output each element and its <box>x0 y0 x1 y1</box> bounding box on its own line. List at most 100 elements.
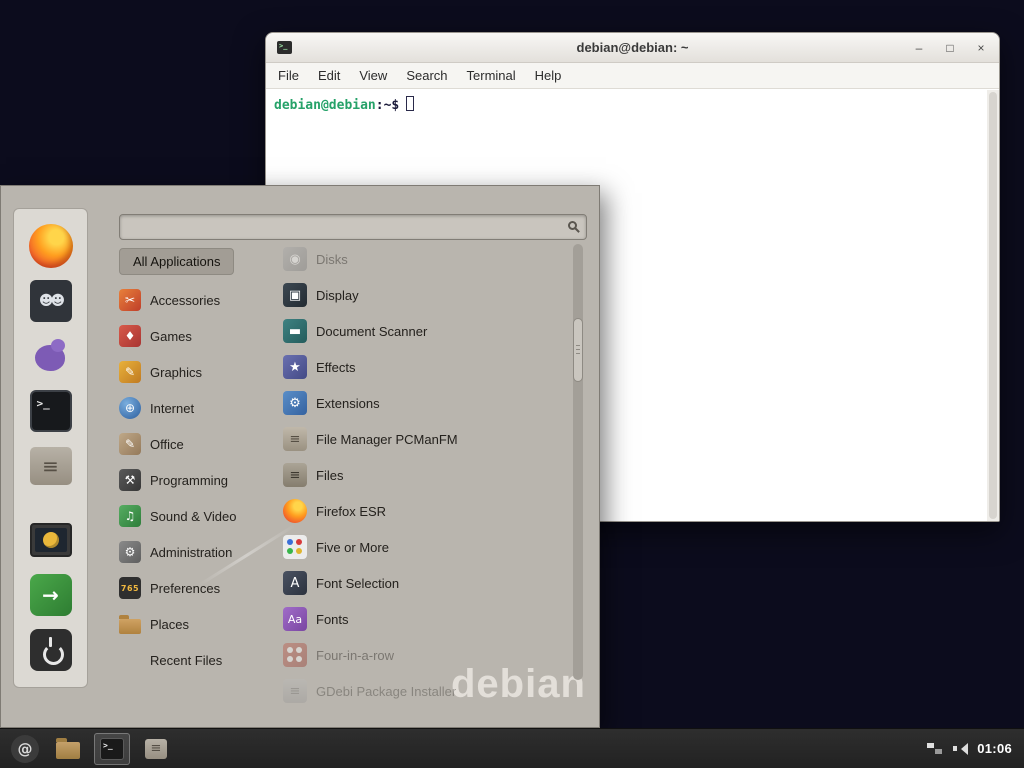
category-label: Recent Files <box>150 653 222 668</box>
menu-terminal[interactable]: Terminal <box>467 68 516 83</box>
office-icon: ✎ <box>119 433 141 455</box>
category-sound-video[interactable]: ♫ Sound & Video <box>119 498 279 534</box>
terminal-scrollbar[interactable] <box>987 90 999 521</box>
menu-search[interactable]: Search <box>406 68 447 83</box>
app-gdebi-package-installer[interactable]: ≡ GDebi Package Installer <box>283 673 571 709</box>
category-games[interactable]: ♦ Games <box>119 318 279 354</box>
lock-screen-icon <box>30 523 72 557</box>
taskbar-files-launcher[interactable]: ≡ <box>138 733 174 765</box>
files-app-icon: ≡ <box>283 463 307 487</box>
category-places[interactable]: Places <box>119 606 279 642</box>
network-icon[interactable] <box>927 742 943 756</box>
clock[interactable]: 01:06 <box>977 741 1012 756</box>
system-tray: 01:06 <box>927 741 1016 756</box>
favorite-files[interactable]: ≡ <box>28 443 74 489</box>
category-recent-files[interactable]: Recent Files <box>119 642 279 678</box>
menu-edit[interactable]: Edit <box>318 68 340 83</box>
terminal-scrollbar-thumb[interactable] <box>989 92 997 519</box>
application-menu: debian ☻☻ >_ ≡ → All Applications ✂ Acce… <box>0 185 600 728</box>
close-button[interactable]: × <box>973 41 989 55</box>
app-font-selection[interactable]: A Font Selection <box>283 565 571 601</box>
logout-button[interactable]: → <box>28 572 74 618</box>
applications-list: ◉ Disks ▣ Display ▬ Document Scanner ★ E… <box>283 241 571 709</box>
volume-icon[interactable] <box>953 743 967 755</box>
programming-icon: ⚒ <box>119 469 141 491</box>
app-disks[interactable]: ◉ Disks <box>283 241 571 277</box>
taskbar-file-manager-launcher[interactable] <box>50 733 86 765</box>
category-graphics[interactable]: ✎ Graphics <box>119 354 279 390</box>
internet-icon: ⊕ <box>119 397 141 419</box>
app-four-in-a-row[interactable]: Four-in-a-row <box>283 637 571 673</box>
favorite-firefox[interactable] <box>28 223 74 269</box>
menu-help[interactable]: Help <box>535 68 562 83</box>
preferences-icon: 765 <box>119 577 141 599</box>
category-label: Accessories <box>150 293 220 308</box>
terminal-taskbar-icon: >_ <box>100 738 124 760</box>
app-label: File Manager PCManFM <box>316 432 458 447</box>
users-icon: ☻☻ <box>30 280 72 322</box>
display-icon: ▣ <box>283 283 307 307</box>
font-selection-icon: A <box>283 571 307 595</box>
app-label: Effects <box>316 360 356 375</box>
category-label: Games <box>150 329 192 344</box>
four-in-a-row-icon <box>283 643 307 667</box>
files-icon: ≡ <box>30 447 72 485</box>
category-label: Preferences <box>150 581 220 596</box>
favorite-terminal[interactable]: >_ <box>28 388 74 434</box>
fonts-icon: Aa <box>283 607 307 631</box>
category-all-applications[interactable]: All Applications <box>119 248 234 275</box>
category-administration[interactable]: ⚙ Administration <box>119 534 279 570</box>
lock-screen-button[interactable] <box>28 517 74 563</box>
menu-view[interactable]: View <box>359 68 387 83</box>
category-label: All Applications <box>133 254 220 269</box>
app-five-or-more[interactable]: Five or More <box>283 529 571 565</box>
category-internet[interactable]: ⊕ Internet <box>119 390 279 426</box>
app-document-scanner[interactable]: ▬ Document Scanner <box>283 313 571 349</box>
app-files[interactable]: ≡ Files <box>283 457 571 493</box>
category-office[interactable]: ✎ Office <box>119 426 279 462</box>
terminal-icon: >_ <box>30 390 72 432</box>
firefox-esr-icon <box>283 499 307 523</box>
terminal-titlebar[interactable]: >_ debian@debian: ~ – □ × <box>266 33 999 63</box>
logout-icon: → <box>30 574 72 616</box>
app-fonts[interactable]: Aa Fonts <box>283 601 571 637</box>
search-input[interactable] <box>120 215 586 239</box>
shutdown-button[interactable] <box>28 627 74 673</box>
graphics-icon: ✎ <box>119 361 141 383</box>
app-label: Four-in-a-row <box>316 648 394 663</box>
effects-icon: ★ <box>283 355 307 379</box>
category-programming[interactable]: ⚒ Programming <box>119 462 279 498</box>
app-effects[interactable]: ★ Effects <box>283 349 571 385</box>
taskbar: @ >_ ≡ 01:06 <box>0 728 1024 768</box>
apps-scrollbar[interactable] <box>573 244 583 680</box>
app-label: Five or More <box>316 540 389 555</box>
menu-button[interactable]: @ <box>8 732 42 766</box>
window-title: debian@debian: ~ <box>266 40 999 55</box>
favorite-pidgin[interactable] <box>28 333 74 379</box>
files-taskbar-icon: ≡ <box>145 739 167 759</box>
search-icon <box>568 221 577 230</box>
app-label: Firefox ESR <box>316 504 386 519</box>
app-display[interactable]: ▣ Display <box>283 277 571 313</box>
category-preferences[interactable]: 765 Preferences <box>119 570 279 606</box>
administration-icon: ⚙ <box>119 541 141 563</box>
taskbar-terminal-window-button[interactable]: >_ <box>94 733 130 765</box>
minimize-button[interactable]: – <box>911 41 927 55</box>
search-bar <box>119 214 587 240</box>
app-label: Extensions <box>316 396 380 411</box>
category-label: Places <box>150 617 189 632</box>
app-extensions[interactable]: ⚙ Extensions <box>283 385 571 421</box>
favorite-users[interactable]: ☻☻ <box>28 278 74 324</box>
extensions-icon: ⚙ <box>283 391 307 415</box>
document-scanner-icon: ▬ <box>283 319 307 343</box>
menu-file[interactable]: File <box>278 68 299 83</box>
category-accessories[interactable]: ✂ Accessories <box>119 282 279 318</box>
category-label: Internet <box>150 401 194 416</box>
app-file-manager-pcmanfm[interactable]: ≡ File Manager PCManFM <box>283 421 571 457</box>
category-label: Graphics <box>150 365 202 380</box>
maximize-button[interactable]: □ <box>942 41 958 55</box>
apps-scrollbar-thumb[interactable] <box>573 318 583 382</box>
app-firefox-esr[interactable]: Firefox ESR <box>283 493 571 529</box>
pcmanfm-icon: ≡ <box>283 427 307 451</box>
sound-video-icon: ♫ <box>119 505 141 527</box>
